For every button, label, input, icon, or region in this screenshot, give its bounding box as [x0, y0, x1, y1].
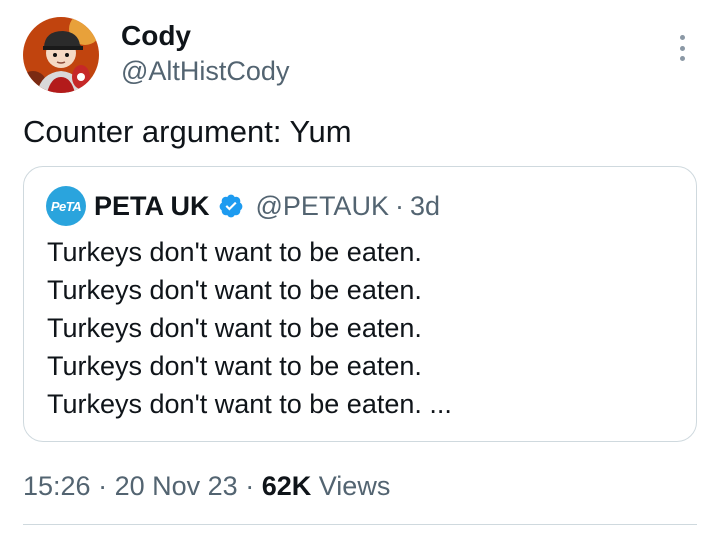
peta-logo-text: PeTA — [50, 198, 82, 214]
views-count[interactable]: 62K — [262, 471, 312, 501]
tweet-time[interactable]: 15:26 — [23, 471, 91, 501]
quoted-text-line: Turkeys don't want to be eaten. ... — [47, 389, 452, 419]
tweet-date[interactable]: 20 Nov 23 — [115, 471, 238, 501]
views-label: Views — [318, 471, 391, 501]
separator: · — [98, 471, 108, 501]
quoted-author-handle[interactable]: @PETAUK — [256, 191, 389, 222]
author-name[interactable]: Cody — [121, 19, 191, 53]
quoted-text-line: Turkeys don't want to be eaten. — [47, 351, 422, 381]
author-avatar[interactable] — [23, 17, 99, 93]
quoted-text-line: Turkeys don't want to be eaten. — [47, 313, 422, 343]
separator: · — [394, 190, 404, 221]
quoted-tweet-time[interactable]: 3d — [410, 191, 440, 222]
author-handle[interactable]: @AltHistCody — [121, 54, 289, 88]
more-dot — [679, 45, 685, 51]
more-dot — [679, 35, 685, 40]
quoted-author-name[interactable]: PETA UK — [94, 191, 210, 222]
verified-badge-icon — [219, 194, 242, 218]
separator: · — [245, 471, 255, 501]
peta-logo-icon[interactable]: PeTA — [46, 186, 86, 226]
divider — [23, 524, 697, 525]
tweet-text: Counter argument: Yum — [23, 114, 352, 149]
quoted-text-line: Turkeys don't want to be eaten. — [47, 237, 422, 267]
cartoon-avatar-icon — [23, 17, 99, 93]
quoted-tweet-text: Turkeys don't want to be eaten. Turkeys … — [47, 233, 452, 423]
tweet-meta: 15:26 · 20 Nov 23 · 62K Views — [23, 467, 390, 505]
quoted-tweet-card[interactable]: PeTA PETA UK @PETAUK · 3d Turkeys don't … — [23, 166, 697, 442]
more-options-icon[interactable] — [668, 32, 696, 64]
more-dot — [679, 56, 685, 61]
quoted-tweet-header: PeTA PETA UK @PETAUK · 3d — [46, 186, 440, 226]
quoted-text-line: Turkeys don't want to be eaten. — [47, 275, 422, 305]
